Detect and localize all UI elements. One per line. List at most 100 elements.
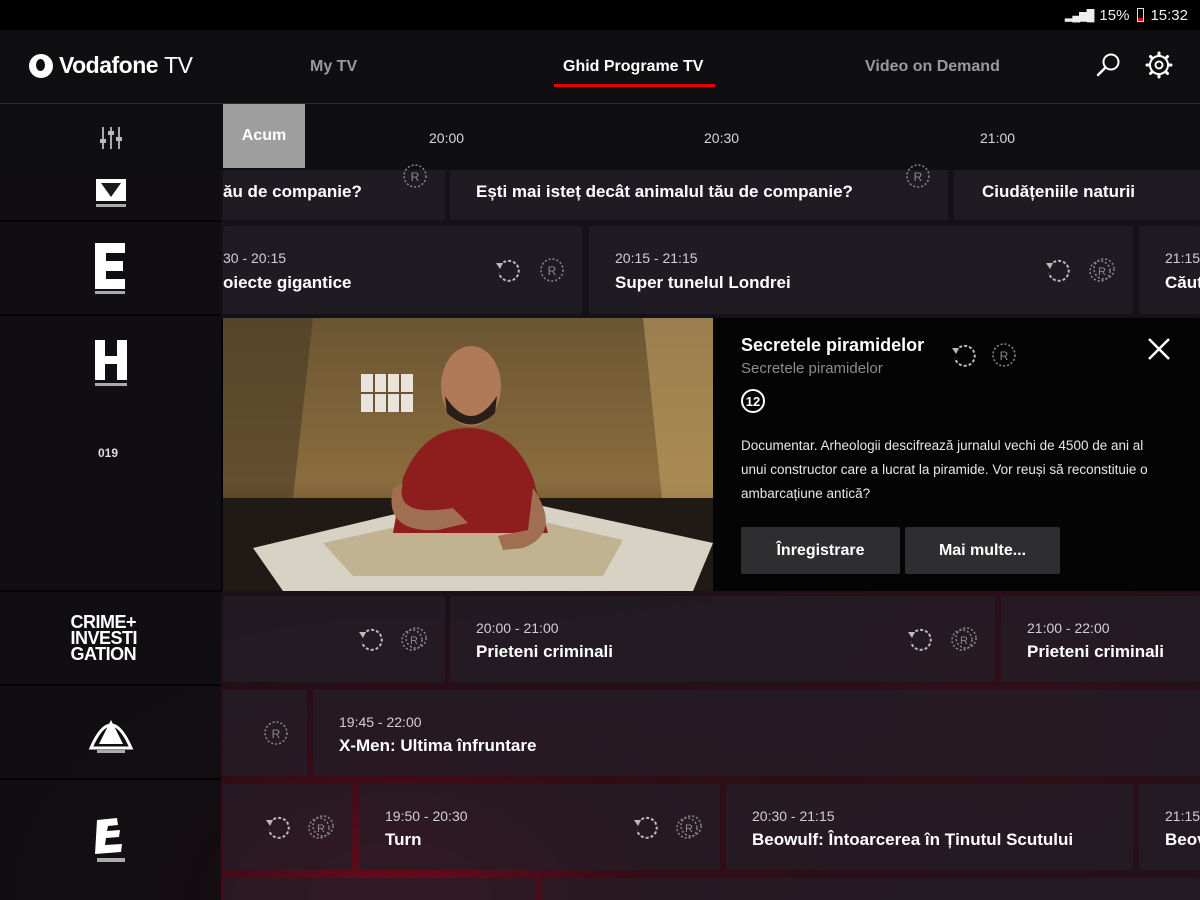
record-icon[interactable]: R [538,256,566,284]
program-cell[interactable] [542,878,1200,900]
nature-channel-logo [95,179,126,207]
series-record-icon[interactable]: R [400,625,428,653]
battery-icon [1137,8,1145,22]
program-title: Turn [385,830,422,849]
series-record-icon[interactable]: R [307,813,335,841]
program-title: Prieteni criminali [476,642,613,661]
program-cell[interactable]: 21:15 Beov [1139,784,1200,870]
program-cell[interactable]: ău de companie? R [223,164,445,220]
now-button[interactable]: Acum [223,104,305,168]
channel-logo[interactable] [0,170,221,222]
channel-logo[interactable] [0,222,221,316]
vodafone-tv-logo[interactable]: Vodafone TV [29,52,193,79]
program-cell[interactable]: R [223,784,352,870]
program-time: 20:15 - 21:15 [615,250,698,266]
program-time: 30 - 20:15 [223,250,287,266]
program-cell[interactable] [223,878,536,900]
tab-my-tv[interactable]: My TV [310,58,357,76]
gear-icon[interactable] [1144,50,1174,80]
program-title: Super tunelul Londrei [615,273,791,292]
program-cell[interactable]: Ciudățeniile naturii [954,170,1200,220]
close-icon[interactable] [1145,335,1173,363]
program-time: 21:15 [1165,808,1200,824]
filter-icon[interactable] [97,124,125,152]
more-button[interactable]: Mai multe... [905,527,1060,574]
program-time: 21:00 - 22:00 [1027,620,1110,636]
tab-video-on-demand[interactable]: Video on Demand [865,58,1000,76]
program-preview-image[interactable] [223,318,713,591]
record-icon[interactable]: R [262,719,290,747]
tab-ghid-programe-tv[interactable]: Ghid Programe TV [563,58,703,76]
program-cell[interactable]: 19:50 - 20:30 Turn R [359,784,720,870]
history-channel-logo[interactable] [93,338,129,388]
program-description: Documentar. Arheologii descifrează jurna… [741,438,1148,501]
channel-column: 019 CRIME+ INVESTI GATION [0,170,221,900]
vodafone-tv-app: ▂▄▆█ 15% 15:32 Vodafone TV My TV Ghid Pr… [0,0,1200,900]
channel-logo[interactable] [0,686,221,780]
svg-text:R: R [1000,349,1009,363]
svg-text:R: R [914,170,923,184]
program-time: 20:00 - 21:00 [476,620,559,636]
program-time: 19:45 - 22:00 [339,714,422,730]
series-record-icon[interactable]: R [1088,256,1116,284]
search-icon[interactable] [1094,50,1124,80]
svg-text:R: R [317,823,325,835]
active-tab-indicator [554,84,715,87]
logo-product: TV [164,52,193,78]
clock: 15:32 [1150,6,1188,24]
program-cell[interactable]: 21:00 - 22:00 Prieteni criminali [1001,596,1200,682]
record-icon[interactable]: R [904,162,932,190]
replay-icon[interactable] [950,341,978,369]
replay-icon[interactable] [357,625,385,653]
paramount-channel-logo [88,720,133,753]
time-label: 21:00 [980,130,1016,146]
age-rating-badge: 12 [741,389,765,413]
program-title: Ești mai isteț decât animalul tău de com… [476,182,853,201]
program-time: 20:30 - 21:15 [752,808,835,824]
comedy-channel-logo [94,818,125,862]
status-bar: ▂▄▆█ 15% 15:32 [0,0,1200,30]
program-cell[interactable]: 20:30 - 21:15 Beowulf: Întoarcerea în Ți… [726,784,1133,870]
svg-text:R: R [1098,266,1106,278]
program-cell[interactable]: R [223,596,445,682]
time-label: 20:30 [704,130,740,146]
explore-channel-logo [94,243,125,294]
program-title: Beov [1165,830,1200,849]
program-title: X-Men: Ultima înfruntare [339,736,537,755]
battery-percent: 15% [1099,6,1130,24]
series-record-icon[interactable]: R [675,813,703,841]
svg-text:R: R [685,823,693,835]
program-title: Ciudățeniile naturii [982,182,1136,201]
record-icon[interactable]: R [990,341,1018,369]
signal-icon: ▂▄▆█ [1064,9,1094,22]
program-cell[interactable]: 30 - 20:15 oiecte gigantice R [223,226,582,314]
channel-logo[interactable]: CRIME+ INVESTI GATION [0,592,221,686]
program-title: oiecte gigantice [223,273,352,292]
replay-icon[interactable] [264,813,292,841]
time-label: 20:00 [429,130,465,146]
replay-icon[interactable] [906,625,934,653]
replay-icon[interactable] [632,813,660,841]
program-title: Prieteni criminali [1027,642,1164,661]
vodafone-logo-icon [29,53,53,78]
program-title: Beowulf: Întoarcerea în Ținutul Scutului [752,830,1074,849]
program-title: Căut [1165,273,1200,292]
program-subtitle: Secretele piramidelor [741,360,883,377]
record-button[interactable]: Înregistrare [741,527,900,574]
program-cell[interactable]: 19:45 - 22:00 X-Men: Ultima înfruntare [313,690,1200,776]
program-time: 19:50 - 20:30 [385,808,468,824]
channel-logo[interactable] [0,780,221,900]
channel-logo-group: 019 [0,316,221,592]
program-cell[interactable]: 20:00 - 21:00 Prieteni criminali R [450,596,995,682]
series-record-icon[interactable]: R [950,625,978,653]
program-cell[interactable]: 21:15 Căut [1139,226,1200,314]
crime-investigation-logo: CRIME+ INVESTI GATION [70,612,138,664]
program-cell[interactable]: 20:15 - 21:15 Super tunelul Londrei R [589,226,1133,314]
replay-icon[interactable] [494,256,522,284]
replay-icon[interactable] [1044,256,1072,284]
program-cell[interactable]: Ești mai isteț decât animalul tău de com… [450,164,948,220]
svg-text:R: R [960,635,968,647]
program-cell[interactable]: R [223,690,307,776]
svg-text:R: R [272,727,281,741]
record-icon[interactable]: R [401,162,429,190]
